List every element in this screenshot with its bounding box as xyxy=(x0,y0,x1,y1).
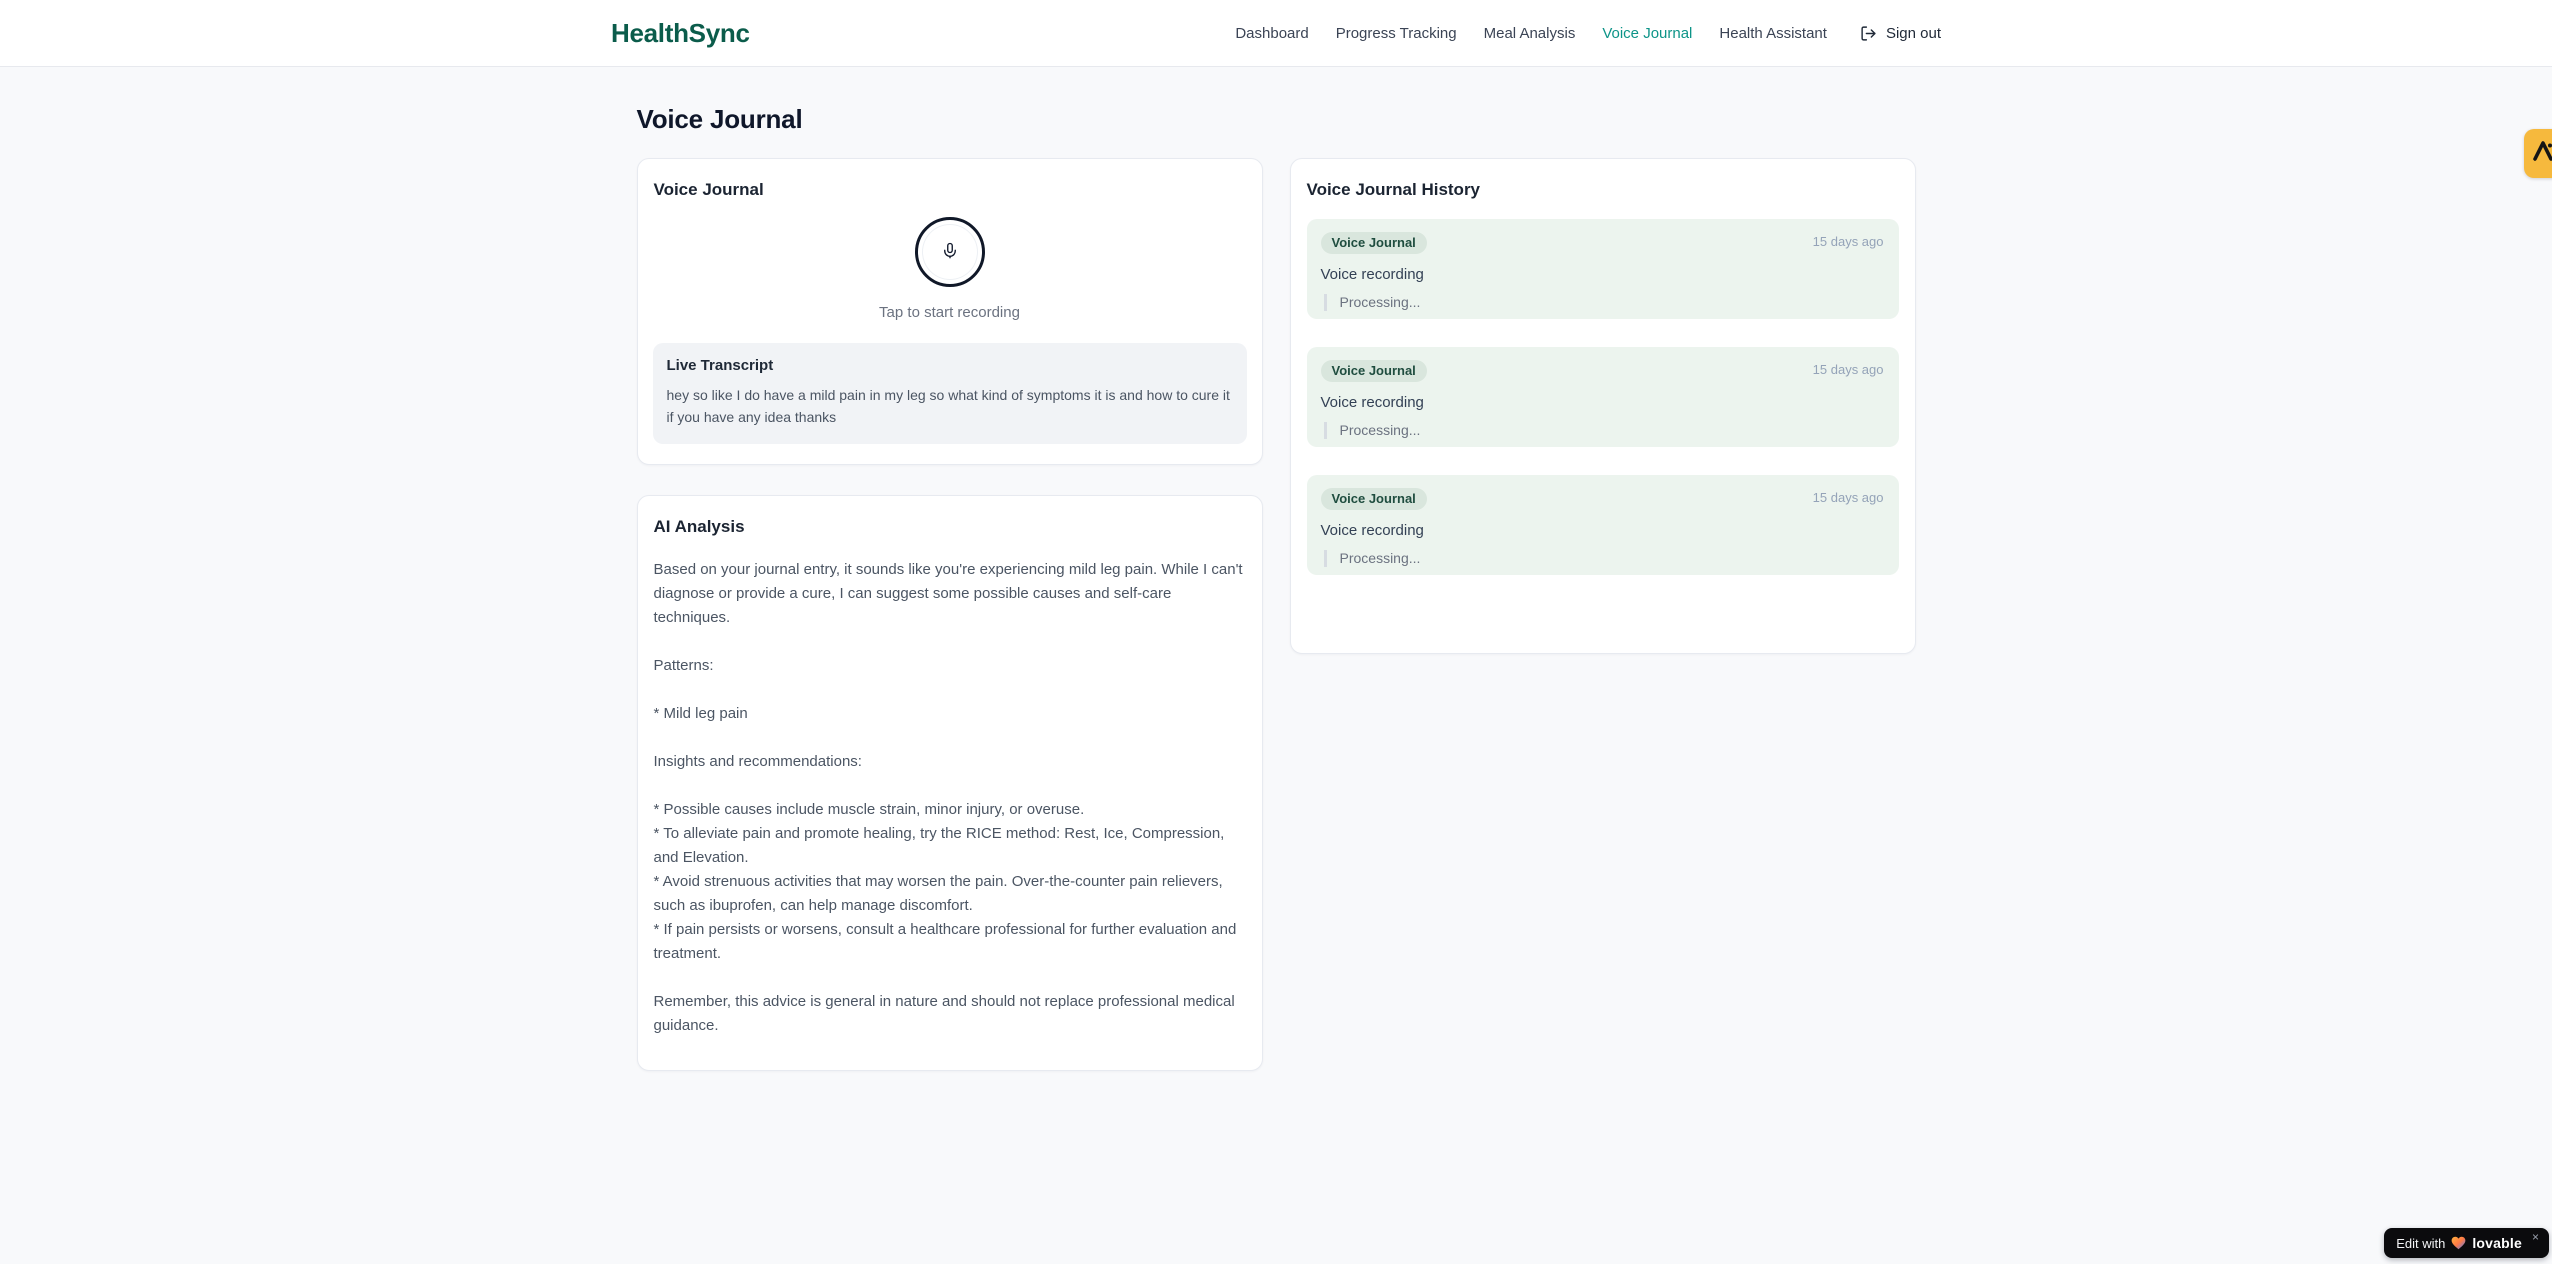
live-transcript-text: hey so like I do have a mild pain in my … xyxy=(666,387,1230,425)
voice-recorder-card: Voice Journal Tap to start recording Liv… xyxy=(636,158,1263,465)
entry-status: Processing... xyxy=(1323,422,1884,439)
record-button[interactable] xyxy=(914,217,985,287)
voice-journal-history-card: Voice Journal History Voice Journal 15 d… xyxy=(1289,158,1916,654)
recorder-card-title: Voice Journal xyxy=(653,180,764,199)
entry-title: Voice recording xyxy=(1320,394,1424,411)
left-column: Voice Journal Tap to start recording Liv… xyxy=(636,158,1263,1071)
lovable-brand-label: lovable xyxy=(2472,1235,2522,1251)
app-header: HealthSync Dashboard Progress Tracking M… xyxy=(0,0,2552,67)
entry-title: Voice recording xyxy=(1320,522,1424,539)
entry-type-badge: Voice Journal xyxy=(1320,360,1427,382)
sign-out-label: Sign out xyxy=(1885,24,1941,42)
entry-timestamp: 15 days ago xyxy=(1812,362,1884,377)
entry-type-badge: Voice Journal xyxy=(1320,232,1427,254)
tap-to-record-label: Tap to start recording xyxy=(879,304,1020,321)
nav-item-health-assistant[interactable]: Health Assistant xyxy=(1719,25,1827,42)
entry-title: Voice recording xyxy=(1320,266,1424,283)
page-title: Voice Journal xyxy=(636,104,803,134)
brand-logo[interactable]: HealthSync xyxy=(611,18,750,49)
ai-analysis-title: AI Analysis xyxy=(653,517,745,536)
sign-out-button[interactable]: Sign out xyxy=(1860,25,1941,42)
heart-icon xyxy=(2451,1236,2466,1250)
history-entry: Voice Journal 15 days ago Voice recordin… xyxy=(1306,475,1899,575)
entry-status: Processing... xyxy=(1323,550,1884,567)
close-icon[interactable]: × xyxy=(2532,1231,2539,1243)
entry-timestamp: 15 days ago xyxy=(1812,234,1884,249)
entry-timestamp: 15 days ago xyxy=(1812,490,1884,505)
history-list: Voice Journal 15 days ago Voice recordin… xyxy=(1306,219,1899,575)
edit-tool-logo-icon xyxy=(2531,138,2552,169)
entry-status: Processing... xyxy=(1323,294,1884,311)
main-nav: Dashboard Progress Tracking Meal Analysi… xyxy=(1235,25,1941,42)
lovable-badge-prefix: Edit with xyxy=(2396,1235,2446,1251)
edit-tool-tab[interactable] xyxy=(2524,129,2552,178)
history-entry: Voice Journal 15 days ago Voice recordin… xyxy=(1306,347,1899,447)
history-card-title: Voice Journal History xyxy=(1306,180,1481,199)
nav-item-dashboard[interactable]: Dashboard xyxy=(1235,25,1308,42)
live-transcript-box: Live Transcript hey so like I do have a … xyxy=(652,343,1247,444)
live-transcript-title: Live Transcript xyxy=(666,357,774,374)
main-content: Voice Journal Voice Journal Tap to start… xyxy=(636,67,1916,1071)
nav-item-voice-journal[interactable]: Voice Journal xyxy=(1602,25,1692,42)
ai-analysis-body: Based on your journal entry, it sounds l… xyxy=(653,561,1243,1034)
nav-item-progress-tracking[interactable]: Progress Tracking xyxy=(1336,25,1457,42)
nav-item-meal-analysis[interactable]: Meal Analysis xyxy=(1484,25,1576,42)
right-column: Voice Journal History Voice Journal 15 d… xyxy=(1289,158,1916,654)
log-out-icon xyxy=(1860,25,1877,42)
microphone-icon xyxy=(941,242,959,263)
history-entry: Voice Journal 15 days ago Voice recordin… xyxy=(1306,219,1899,319)
edit-with-lovable-badge[interactable]: Edit with lovable × xyxy=(2384,1228,2549,1258)
entry-type-badge: Voice Journal xyxy=(1320,488,1427,510)
ai-analysis-card: AI Analysis Based on your journal entry,… xyxy=(636,495,1263,1071)
